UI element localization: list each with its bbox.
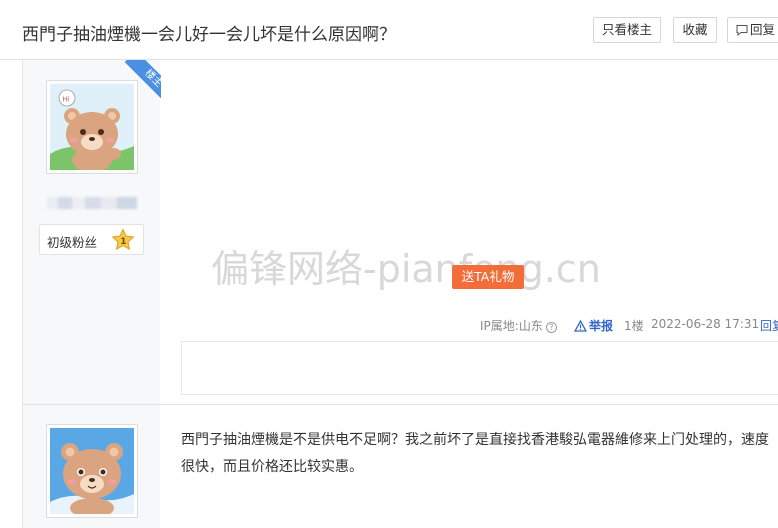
warning-icon — [573, 319, 588, 332]
report-link[interactable]: 举报 — [573, 317, 614, 334]
report-label: 举报 — [589, 319, 614, 333]
avatar[interactable] — [46, 424, 138, 518]
author-sidebar — [23, 405, 160, 528]
watermark-text: 偏锋网络-pianfeng.cn — [211, 247, 601, 291]
thread-header: 西門子抽油煙機一会儿好一会儿坏是什么原因啊？ 只看楼主 收藏 回复 — [0, 0, 778, 60]
fan-level-badge: 初级粉丝 1 — [39, 224, 144, 255]
post-content: 西門子抽油煙機是不是供电不足啊？我之前坏了是直接找香港駿弘電器維修来上门处理的，… — [181, 432, 769, 475]
fan-level-label: 初级粉丝 — [47, 235, 98, 250]
send-gift-button[interactable]: 送TA礼物 — [452, 265, 524, 289]
post-time: 2022-06-28 17:31 — [651, 317, 760, 331]
svg-text:Hi: Hi — [63, 96, 70, 104]
post-floor-1: Hi 初级粉丝 1 楼主 偏锋网络-pianfeng.cn 送TA礼物 IP属地… — [22, 60, 778, 405]
help-icon[interactable]: ? — [545, 322, 557, 333]
username-blurred — [47, 197, 137, 209]
op-ribbon: 楼主 — [119, 60, 161, 102]
ip-location: IP属地:山东? — [480, 317, 557, 334]
reply-button-label: 回复 — [750, 22, 776, 37]
reply-button[interactable]: 回复 — [727, 17, 778, 43]
post-floor-2: 西門子抽油煙機是不是供电不足啊？我之前坏了是直接找香港駿弘電器維修来上门处理的，… — [22, 405, 778, 528]
level-number: 1 — [120, 237, 126, 247]
comment-icon — [736, 25, 748, 37]
favorite-button[interactable]: 收藏 — [673, 17, 717, 43]
bear-avatar-icon — [50, 428, 134, 514]
level-star-icon: 1 — [111, 228, 135, 251]
post-reply-link[interactable]: 回复 — [760, 317, 778, 334]
ip-location-text: IP属地:山东 — [480, 319, 543, 333]
only-op-button[interactable]: 只看楼主 — [593, 17, 661, 43]
comment-area — [181, 341, 778, 395]
op-badge: 楼主 — [124, 60, 161, 102]
thread-title: 西門子抽油煙機一会儿好一会儿坏是什么原因啊？ — [22, 25, 396, 45]
floor-number: 1楼 — [624, 319, 644, 333]
author-sidebar: Hi 初级粉丝 1 — [23, 60, 160, 404]
